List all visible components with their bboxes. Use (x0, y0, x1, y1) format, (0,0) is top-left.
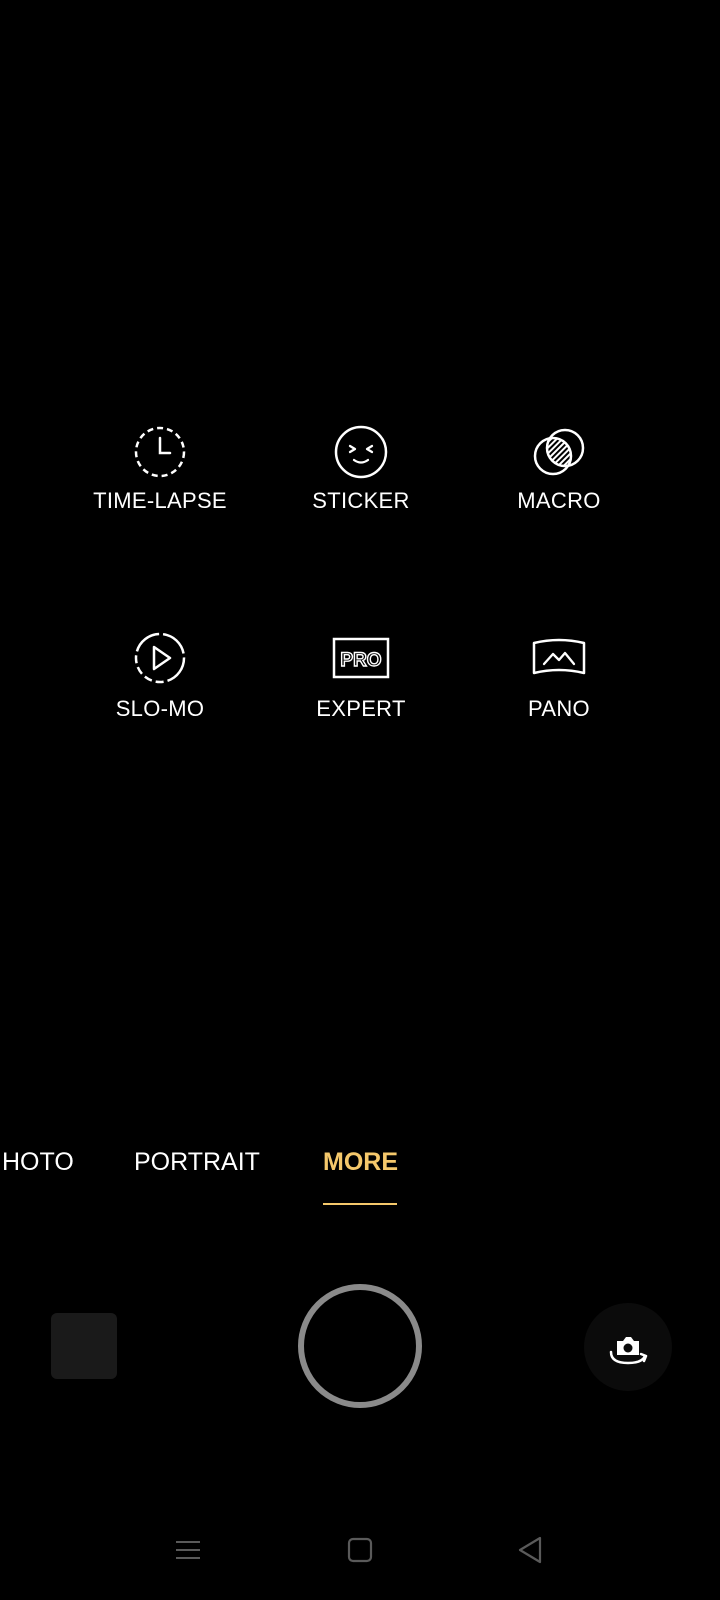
mode-macro[interactable]: MACRO (459, 420, 659, 514)
mode-label: EXPERT (316, 696, 406, 721)
gallery-thumbnail[interactable] (51, 1313, 117, 1379)
mode-sticker[interactable]: STICKER (261, 420, 461, 514)
nav-back-button[interactable] (510, 1530, 550, 1570)
expert-pro-icon: PRO (332, 637, 390, 679)
tab-photo[interactable]: HOTO (2, 1148, 74, 1177)
nav-menu-button[interactable] (168, 1530, 208, 1570)
mode-expert[interactable]: PRO EXPERT (261, 628, 461, 722)
mode-label: MACRO (517, 488, 601, 513)
flip-camera-button[interactable] (584, 1303, 672, 1391)
mode-time-lapse[interactable]: TIME-LAPSE (60, 420, 260, 514)
mode-label: PANO (528, 696, 590, 721)
active-tab-indicator (323, 1203, 397, 1205)
menu-icon (176, 1541, 200, 1559)
back-icon (518, 1536, 542, 1564)
mode-label: TIME-LAPSE (93, 488, 227, 513)
home-icon (347, 1537, 373, 1563)
camera-screen: TIME-LAPSE STICKER MACRO SLO-MO PRO EXPE… (0, 0, 720, 1600)
mode-slo-mo[interactable]: SLO-MO (60, 628, 260, 722)
nav-home-button[interactable] (340, 1530, 380, 1570)
tab-more[interactable]: MORE (323, 1148, 398, 1177)
mode-tabs: HOTO PORTRAIT MORE (0, 1148, 720, 1208)
mode-pano[interactable]: PANO (459, 628, 659, 722)
flip-camera-icon (609, 1337, 648, 1365)
slowmo-icon (134, 632, 186, 684)
mode-label: SLO-MO (115, 696, 205, 721)
shutter-button[interactable] (297, 1283, 423, 1409)
panorama-icon (532, 638, 586, 675)
sticker-icon (334, 425, 388, 479)
timelapse-icon (134, 426, 186, 478)
navigation-bar (0, 1530, 720, 1580)
tab-portrait[interactable]: PORTRAIT (134, 1148, 260, 1177)
mode-label: STICKER (312, 488, 410, 513)
macro-icon (533, 428, 585, 476)
pro-icon-text: PRO (340, 650, 381, 671)
